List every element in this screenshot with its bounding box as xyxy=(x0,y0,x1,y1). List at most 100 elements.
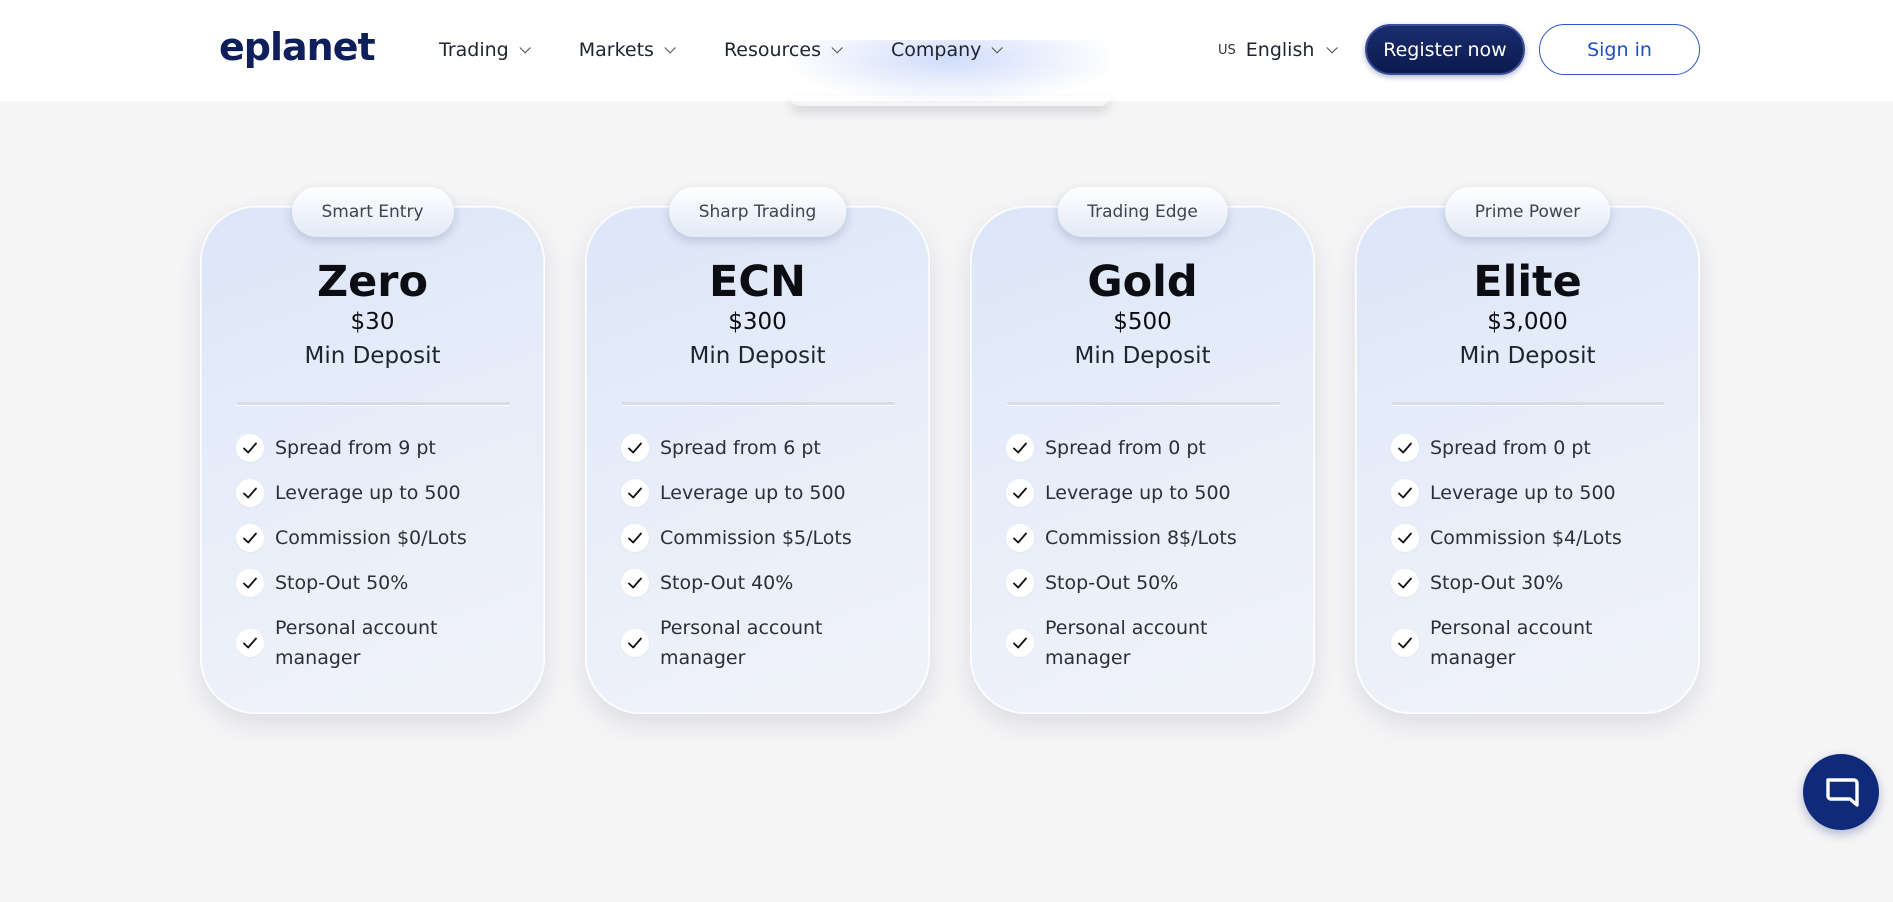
checkmark-icon xyxy=(1391,434,1419,462)
feature-item: Commission $0/Lots xyxy=(236,523,526,553)
feature-item: Leverage up to 500 xyxy=(236,478,526,508)
register-button[interactable]: Register now xyxy=(1365,24,1525,75)
feature-text: Leverage up to 500 xyxy=(660,482,846,504)
feature-text: Stop-Out 50% xyxy=(1045,572,1179,594)
checkmark-icon xyxy=(1391,629,1419,657)
feature-item: Personal account manager xyxy=(1391,613,1681,673)
feature-text: Spread from 9 pt xyxy=(275,437,436,459)
feature-text: Commission $0/Lots xyxy=(275,527,467,549)
plan-name: Zero xyxy=(316,257,429,307)
feature-text: Spread from 0 pt xyxy=(1430,437,1591,459)
plan-subtitle: Min Deposit xyxy=(1074,343,1211,369)
plan-card-zero: Smart Entry Zero $30 Min Deposit Spread … xyxy=(200,187,545,714)
plan-price: $30 xyxy=(350,309,395,335)
checkmark-icon xyxy=(621,569,649,597)
checkmark-icon xyxy=(236,479,264,507)
chevron-down-icon xyxy=(664,42,676,54)
language-selector[interactable]: US English xyxy=(1218,37,1339,63)
feature-item: Stop-Out 30% xyxy=(1391,568,1681,598)
checkmark-icon xyxy=(236,434,264,462)
feature-item: Spread from 9 pt xyxy=(236,433,526,463)
chat-widget-button[interactable] xyxy=(1803,754,1879,830)
feature-item: Leverage up to 500 xyxy=(1006,478,1296,508)
feature-item: Personal account manager xyxy=(236,613,526,673)
checkmark-icon xyxy=(1391,569,1419,597)
checkmark-icon xyxy=(1006,524,1034,552)
nav-trading-label: Trading xyxy=(439,39,509,61)
feature-text: Stop-Out 40% xyxy=(660,572,794,594)
plan-subtitle: Min Deposit xyxy=(1459,343,1596,369)
plan-price: $3,000 xyxy=(1487,309,1568,335)
feature-item: Stop-Out 40% xyxy=(621,568,911,598)
feature-text: Personal account manager xyxy=(275,617,438,669)
divider xyxy=(1392,402,1665,405)
site-header: eplanet Trading Markets Resources Compan… xyxy=(0,0,1893,102)
feature-text: Commission 8$/Lots xyxy=(1045,527,1237,549)
plan-card-gold: Trading Edge Gold $500 Min Deposit Sprea… xyxy=(970,187,1315,714)
feature-text: Personal account manager xyxy=(660,617,823,669)
plan-name: Elite xyxy=(1473,257,1582,307)
logo-text: eplanet xyxy=(219,25,376,69)
plan-badge: Smart Entry xyxy=(291,187,454,237)
feature-item: Stop-Out 50% xyxy=(1006,568,1296,598)
checkmark-icon xyxy=(621,434,649,462)
feature-text: Commission $4/Lots xyxy=(1430,527,1622,549)
feature-text: Commission $5/Lots xyxy=(660,527,852,549)
feature-item: Spread from 6 pt xyxy=(621,433,911,463)
nav-resources[interactable]: Resources xyxy=(723,37,843,63)
nav-trading[interactable]: Trading xyxy=(439,37,531,63)
feature-list: Spread from 0 pt Leverage up to 500 Comm… xyxy=(1006,433,1296,688)
checkmark-icon xyxy=(1006,479,1034,507)
chevron-down-icon xyxy=(1326,42,1339,54)
main-nav: Trading Markets Resources Company xyxy=(439,37,1051,63)
plan-price: $500 xyxy=(1113,309,1172,335)
feature-text: Personal account manager xyxy=(1430,617,1593,669)
plan-badge: Prime Power xyxy=(1444,187,1611,237)
nav-markets[interactable]: Markets xyxy=(578,37,676,63)
feature-text: Stop-Out 30% xyxy=(1430,572,1564,594)
us-flag-icon: US xyxy=(1218,42,1236,58)
feature-list: Spread from 6 pt Leverage up to 500 Comm… xyxy=(621,433,911,688)
nav-markets-label: Markets xyxy=(578,39,654,61)
nav-resources-label: Resources xyxy=(723,39,821,61)
feature-item: Spread from 0 pt xyxy=(1391,433,1681,463)
checkmark-icon xyxy=(1391,524,1419,552)
checkmark-icon xyxy=(1006,434,1034,462)
feature-item: Spread from 0 pt xyxy=(1006,433,1296,463)
plan-price: $300 xyxy=(728,309,787,335)
plan-badge: Trading Edge xyxy=(1057,187,1228,237)
plan-subtitle: Min Deposit xyxy=(304,343,441,369)
divider xyxy=(1007,402,1280,405)
feature-list: Spread from 9 pt Leverage up to 500 Comm… xyxy=(236,433,526,688)
checkmark-icon xyxy=(621,524,649,552)
feature-text: Leverage up to 500 xyxy=(275,482,461,504)
nav-company-label: Company xyxy=(890,39,982,61)
checkmark-icon xyxy=(1391,479,1419,507)
plan-subtitle: Min Deposit xyxy=(689,343,826,369)
feature-item: Leverage up to 500 xyxy=(1391,478,1681,508)
feature-text: Stop-Out 50% xyxy=(275,572,409,594)
feature-text: Leverage up to 500 xyxy=(1045,482,1231,504)
feature-item: Commission $5/Lots xyxy=(621,523,911,553)
plan-badge: Sharp Trading xyxy=(668,187,847,237)
eplanet-logo[interactable]: eplanet xyxy=(219,24,376,70)
language-label: English xyxy=(1245,39,1315,61)
feature-text: Leverage up to 500 xyxy=(1430,482,1616,504)
feature-item: Personal account manager xyxy=(621,613,911,673)
checkmark-icon xyxy=(236,524,264,552)
checkmark-icon xyxy=(621,479,649,507)
feature-item: Personal account manager xyxy=(1006,613,1296,673)
signin-button[interactable]: Sign in xyxy=(1539,24,1700,75)
divider xyxy=(237,402,510,405)
checkmark-icon xyxy=(236,629,264,657)
chevron-down-icon xyxy=(991,42,1004,54)
feature-item: Commission 8$/Lots xyxy=(1006,523,1296,553)
header-shadow xyxy=(790,96,1110,106)
checkmark-icon xyxy=(621,629,649,657)
feature-text: Spread from 0 pt xyxy=(1045,437,1206,459)
feature-text: Spread from 6 pt xyxy=(660,437,821,459)
nav-company[interactable]: Company xyxy=(890,37,1004,63)
plan-name: ECN xyxy=(709,257,806,307)
feature-item: Stop-Out 50% xyxy=(236,568,526,598)
chevron-down-icon xyxy=(831,42,843,54)
